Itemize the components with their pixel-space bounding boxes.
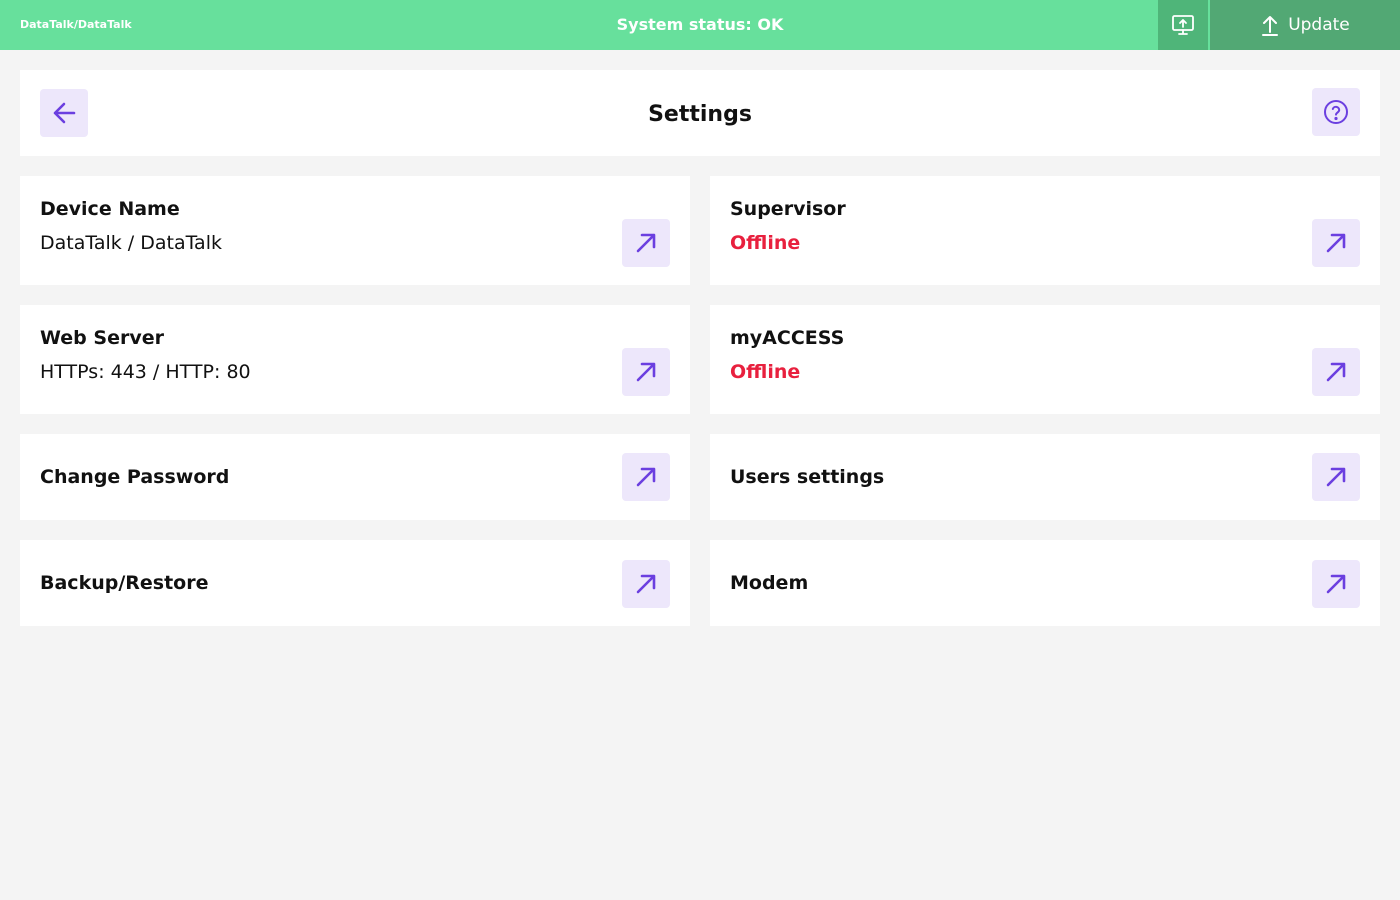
card-web-server: Web Server HTTPs: 443 / HTTP: 80 xyxy=(20,305,690,414)
monitor-upload-icon xyxy=(1172,15,1194,35)
back-button[interactable] xyxy=(40,89,88,137)
card-title: Supervisor xyxy=(730,198,846,220)
open-web-server-button[interactable] xyxy=(622,348,670,396)
arrow-up-right-icon xyxy=(1326,574,1346,594)
arrow-up-right-icon xyxy=(1326,233,1346,253)
open-users-settings-button[interactable] xyxy=(1312,453,1360,501)
card-change-password: Change Password xyxy=(20,434,690,520)
status-badge: Offline xyxy=(730,361,801,383)
open-modem-button[interactable] xyxy=(1312,560,1360,608)
card-users-settings: Users settings xyxy=(710,434,1380,520)
card-value: HTTPs: 443 / HTTP: 80 xyxy=(40,361,251,383)
arrow-up-right-icon xyxy=(636,233,656,253)
arrow-up-right-icon xyxy=(1326,467,1346,487)
card-title: myACCESS xyxy=(730,327,845,349)
open-myaccess-button[interactable] xyxy=(1312,348,1360,396)
upload-arrow-icon xyxy=(1262,16,1279,36)
top-bar: DataTalk/DataTalk System status: OK Upda… xyxy=(0,0,1400,50)
arrow-up-right-icon xyxy=(636,574,656,594)
device-label: DataTalk/DataTalk xyxy=(20,18,132,31)
card-title: Modem xyxy=(730,572,809,594)
open-device-name-button[interactable] xyxy=(622,219,670,267)
page-title: Settings xyxy=(648,102,752,127)
update-label: Update xyxy=(1288,15,1350,35)
open-supervisor-button[interactable] xyxy=(1312,219,1360,267)
help-button[interactable] xyxy=(1312,88,1360,136)
card-title: Web Server xyxy=(40,327,164,349)
card-myaccess: myACCESS Offline xyxy=(710,305,1380,414)
card-title: Device Name xyxy=(40,198,180,220)
card-title: Backup/Restore xyxy=(40,572,209,594)
update-button[interactable]: Update xyxy=(1210,0,1400,50)
card-value: DataTalk / DataTalk xyxy=(40,232,222,254)
arrow-up-right-icon xyxy=(1326,362,1346,382)
card-backup-restore: Backup/Restore xyxy=(20,540,690,626)
card-title: Change Password xyxy=(40,466,230,488)
open-backup-restore-button[interactable] xyxy=(622,560,670,608)
open-change-password-button[interactable] xyxy=(622,453,670,501)
question-circle-icon xyxy=(1324,100,1348,124)
card-title: Users settings xyxy=(730,466,885,488)
remote-display-button[interactable] xyxy=(1158,0,1208,50)
arrow-left-icon xyxy=(53,102,76,124)
settings-header: Settings xyxy=(20,70,1380,156)
card-supervisor: Supervisor Offline xyxy=(710,176,1380,285)
arrow-up-right-icon xyxy=(636,467,656,487)
status-badge: Offline xyxy=(730,232,801,254)
card-device-name: Device Name DataTalk / DataTalk xyxy=(20,176,690,285)
arrow-up-right-icon xyxy=(636,362,656,382)
card-modem: Modem xyxy=(710,540,1380,626)
